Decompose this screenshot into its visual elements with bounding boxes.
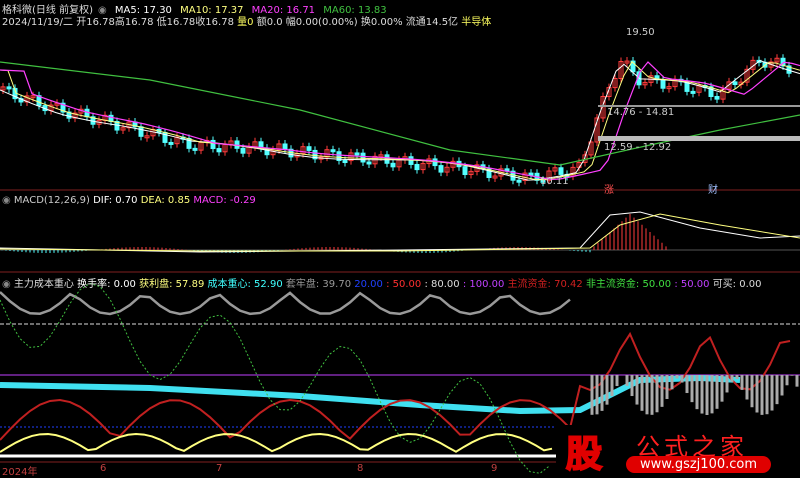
dif-value: DIF: 0.70 (93, 195, 138, 206)
settings-icon[interactable]: ◉ (2, 195, 11, 206)
level-100: : 100.00 (462, 279, 505, 290)
candle (690, 90, 696, 94)
level-80: : 80.00 (424, 279, 460, 290)
logo-char: 股 (565, 433, 603, 476)
high-label: 19.50 (626, 27, 655, 38)
candle (168, 141, 174, 145)
x-tick: 9 (491, 463, 498, 474)
buy-value: 可买: 0.00 (712, 279, 762, 290)
zone-label-2: 12.59 - 12.92 (604, 142, 672, 153)
high: 高16.78 (114, 17, 154, 28)
candle (240, 147, 246, 154)
chart-canvas (0, 54, 800, 474)
low-label: 10.11 (540, 176, 569, 187)
open: 开16.78 (76, 17, 115, 28)
candle (732, 81, 738, 86)
candle (528, 172, 534, 176)
zone-label-1: 14.76 - 14.81 (607, 107, 675, 118)
support-zone (598, 136, 800, 141)
event-marker-zhang[interactable]: 涨 (604, 181, 614, 196)
watermark-logo: 股 公式之家 www.gszj100.com (556, 425, 800, 476)
sector: 半导体 (461, 17, 492, 28)
dea-value: DEA: 0.85 (140, 195, 191, 206)
site-url: www.gszj100.com (626, 456, 772, 473)
volume: 量0 (237, 17, 254, 28)
level-20: 20.00 (354, 279, 383, 290)
candle (558, 167, 564, 175)
float-shares: 流通14.5亿 (405, 17, 459, 28)
main-fund: 主流资金: 70.42 (507, 279, 583, 290)
candle (438, 165, 444, 173)
settings-icon[interactable]: ◉ (2, 279, 11, 290)
amount: 额0.0 (256, 17, 283, 28)
low: 低16.78 (156, 17, 196, 28)
candle (516, 179, 522, 183)
ma20-line (0, 61, 800, 181)
candle (390, 162, 396, 168)
macd-value: MACD: -0.29 (193, 195, 256, 206)
close: 收16.78 (195, 17, 234, 28)
profit-line (0, 433, 553, 453)
candle (138, 126, 144, 137)
candle (108, 114, 114, 122)
dea-line (0, 213, 800, 252)
candle (354, 152, 360, 156)
candle (432, 158, 438, 167)
ma5-line (0, 60, 800, 181)
candle (342, 160, 348, 164)
turnover-rate: 换手率: 0.00 (77, 279, 136, 290)
date: 2024/11/19/二 (2, 17, 74, 28)
level-50: : 50.00 (386, 279, 422, 290)
candle (714, 95, 720, 100)
event-marker-cai[interactable]: 财 (708, 181, 718, 196)
non-main-fund: 非主流资金: 50.00 (585, 279, 672, 290)
candle (660, 79, 666, 89)
cost-center-line (0, 374, 741, 415)
trapped-ratio: 套牢盘: 39.70 (285, 279, 352, 290)
x-tick: 7 (216, 463, 223, 474)
candle (366, 161, 372, 165)
change: 幅0.00(0.00%) (285, 17, 358, 28)
x-tick: 6 (100, 463, 107, 474)
trapped-line (0, 291, 571, 316)
indicator-name: 主力成本重心 (13, 279, 74, 290)
candle (306, 146, 312, 151)
candle (330, 149, 336, 153)
macd-header: ◉ MACD(12,26,9) DIF: 0.70 DEA: 0.85 MACD… (2, 195, 256, 206)
profit-ratio: 获利盘: 57.89 (139, 279, 205, 290)
x-tick: 8 (357, 463, 364, 474)
macd-name: MACD(12,26,9) (13, 195, 90, 206)
candle (414, 163, 420, 171)
cost-center: 成本重心: 52.90 (207, 279, 283, 290)
candle (216, 148, 222, 153)
candle (462, 166, 468, 176)
candle (192, 147, 198, 151)
candle (282, 143, 288, 150)
indicator-header: ◉ 主力成本重心 换手率: 0.00 获利盘: 57.89 成本重心: 52.9… (2, 275, 762, 290)
candle (6, 86, 12, 90)
quote-line: 2024/11/19/二 开16.78高16.78 低16.78收16.78 量… (2, 13, 491, 28)
candle (360, 152, 366, 163)
turnover: 换0.00% (360, 17, 403, 28)
ma60-line (0, 61, 800, 166)
level-50b: : 50.00 (674, 279, 710, 290)
